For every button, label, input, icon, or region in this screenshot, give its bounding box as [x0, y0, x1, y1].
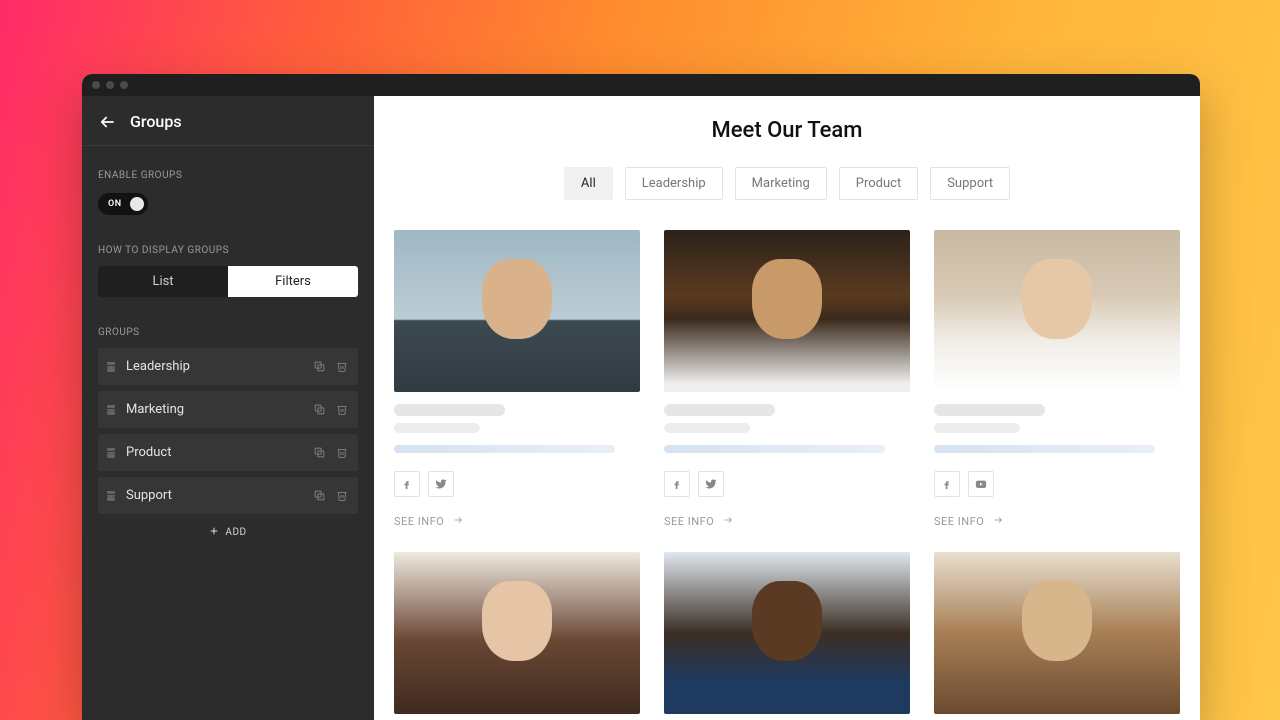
member-photo	[934, 552, 1180, 714]
facebook-icon[interactable]	[394, 471, 420, 497]
placeholder-bio	[394, 445, 615, 453]
member-photo	[934, 230, 1180, 392]
facebook-icon[interactable]	[664, 471, 690, 497]
traffic-light-close[interactable]	[92, 81, 100, 89]
group-item-label: Product	[126, 445, 313, 460]
member-photo	[394, 230, 640, 392]
group-item-leadership[interactable]: Leadership	[98, 348, 358, 385]
toggle-state-label: ON	[108, 199, 122, 209]
display-mode-list[interactable]: List	[98, 266, 228, 297]
filter-chip-leadership[interactable]: Leadership	[625, 167, 723, 200]
group-item-label: Marketing	[126, 402, 313, 417]
filter-chip-all[interactable]: All	[564, 167, 613, 200]
group-item-marketing[interactable]: Marketing	[98, 391, 358, 428]
see-info-label: SEE INFO	[394, 515, 444, 528]
duplicate-icon[interactable]	[313, 360, 326, 373]
display-mode-label: HOW TO DISPLAY GROUPS	[98, 245, 358, 256]
team-card	[664, 552, 910, 714]
delete-icon[interactable]	[336, 360, 348, 373]
team-card: SEE INFO	[394, 230, 640, 528]
member-photo	[664, 230, 910, 392]
drag-handle-icon[interactable]	[106, 491, 116, 500]
enable-groups-toggle[interactable]: ON	[98, 193, 148, 215]
app-window: Groups ENABLE GROUPS ON HOW TO DISPLAY G…	[82, 74, 1200, 720]
twitter-icon[interactable]	[428, 471, 454, 497]
sidebar-title: Groups	[130, 112, 182, 131]
team-card: SEE INFO	[934, 230, 1180, 528]
see-info-label: SEE INFO	[934, 515, 984, 528]
facebook-icon[interactable]	[934, 471, 960, 497]
toggle-knob	[130, 197, 144, 211]
display-mode-filters[interactable]: Filters	[228, 266, 358, 297]
groups-section-label: GROUPS	[98, 327, 358, 338]
add-button-label: ADD	[225, 527, 246, 538]
group-item-product[interactable]: Product	[98, 434, 358, 471]
delete-icon[interactable]	[336, 446, 348, 459]
team-card	[934, 552, 1180, 714]
member-photo	[394, 552, 640, 714]
filter-chip-support[interactable]: Support	[930, 167, 1010, 200]
duplicate-icon[interactable]	[313, 446, 326, 459]
delete-icon[interactable]	[336, 403, 348, 416]
delete-icon[interactable]	[336, 489, 348, 502]
sidebar: Groups ENABLE GROUPS ON HOW TO DISPLAY G…	[82, 96, 374, 720]
back-arrow-icon[interactable]	[98, 113, 116, 131]
see-info-link[interactable]: SEE INFO	[934, 515, 1180, 528]
see-info-link[interactable]: SEE INFO	[394, 515, 640, 528]
preview-pane: Meet Our Team All Leadership Marketing P…	[374, 96, 1200, 720]
filter-chip-marketing[interactable]: Marketing	[735, 167, 827, 200]
group-item-label: Leadership	[126, 359, 313, 374]
arrow-right-icon	[452, 515, 464, 528]
groups-list: Leadership Mark	[98, 348, 358, 514]
placeholder-name	[394, 404, 505, 416]
arrow-right-icon	[722, 515, 734, 528]
placeholder-name	[664, 404, 775, 416]
youtube-icon[interactable]	[968, 471, 994, 497]
team-card: SEE INFO	[664, 230, 910, 528]
traffic-light-zoom[interactable]	[120, 81, 128, 89]
traffic-light-minimize[interactable]	[106, 81, 114, 89]
page-title: Meet Our Team	[394, 118, 1180, 143]
group-item-label: Support	[126, 488, 313, 503]
drag-handle-icon[interactable]	[106, 362, 116, 371]
enable-groups-label: ENABLE GROUPS	[98, 170, 358, 181]
placeholder-name	[934, 404, 1045, 416]
group-item-support[interactable]: Support	[98, 477, 358, 514]
placeholder-role	[934, 423, 1020, 433]
drag-handle-icon[interactable]	[106, 448, 116, 457]
see-info-link[interactable]: SEE INFO	[664, 515, 910, 528]
placeholder-bio	[934, 445, 1155, 453]
twitter-icon[interactable]	[698, 471, 724, 497]
plus-icon	[209, 526, 219, 539]
add-group-button[interactable]: ADD	[98, 526, 358, 539]
team-card	[394, 552, 640, 714]
team-grid: SEE INFO	[394, 230, 1180, 714]
placeholder-bio	[664, 445, 885, 453]
member-photo	[664, 552, 910, 714]
display-mode-segmented: List Filters	[98, 266, 358, 297]
duplicate-icon[interactable]	[313, 403, 326, 416]
filter-row: All Leadership Marketing Product Support	[394, 167, 1180, 200]
drag-handle-icon[interactable]	[106, 405, 116, 414]
placeholder-role	[664, 423, 750, 433]
see-info-label: SEE INFO	[664, 515, 714, 528]
arrow-right-icon	[992, 515, 1004, 528]
duplicate-icon[interactable]	[313, 489, 326, 502]
placeholder-role	[394, 423, 480, 433]
filter-chip-product[interactable]: Product	[839, 167, 918, 200]
window-titlebar	[82, 74, 1200, 96]
